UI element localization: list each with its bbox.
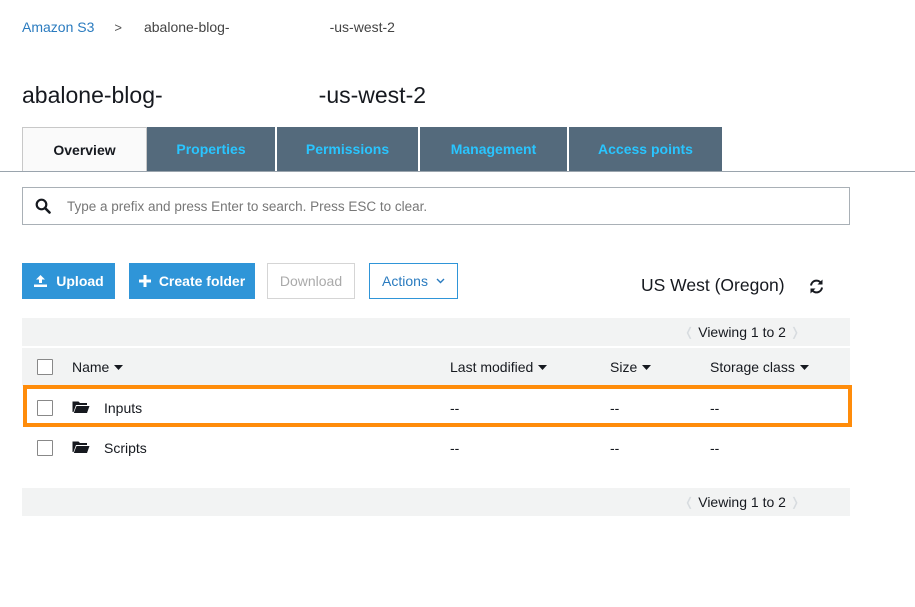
table-row[interactable]: Inputs -- -- --	[22, 388, 850, 428]
create-folder-label: Create folder	[158, 273, 246, 289]
refresh-icon[interactable]	[808, 278, 825, 300]
table-header: Name Last modified Size Storage class	[22, 348, 850, 386]
row-storage-class: --	[710, 400, 720, 416]
prev-page-arrow[interactable]: ❬	[684, 325, 694, 339]
row-size: --	[610, 440, 620, 456]
page-title: abalone-blog- -us-west-2	[22, 82, 426, 109]
table-row[interactable]: Scripts -- -- --	[22, 428, 850, 468]
tab-bar: Overview Properties Permissions Manageme…	[22, 127, 724, 172]
redacted-block	[229, 20, 330, 34]
search-icon	[23, 198, 63, 214]
upload-button[interactable]: Upload	[22, 263, 115, 299]
breadcrumb-current-prefix: abalone-blog-	[143, 19, 230, 35]
folder-icon	[72, 400, 90, 419]
download-label: Download	[279, 273, 343, 289]
next-page-arrow[interactable]: ❭	[790, 495, 800, 509]
tab-access-points[interactable]: Access points	[569, 127, 724, 171]
page-title-suffix: -us-west-2	[318, 82, 427, 108]
breadcrumb: Amazon S3 > abalone-blog- -us-west-2	[22, 18, 395, 36]
region-label: US West (Oregon)	[641, 275, 785, 295]
plus-icon	[138, 275, 151, 287]
breadcrumb-root-link[interactable]: Amazon S3	[22, 19, 94, 35]
tab-management[interactable]: Management	[420, 127, 569, 171]
column-header-name[interactable]: Name	[72, 359, 124, 375]
create-folder-button[interactable]: Create folder	[129, 263, 255, 299]
next-page-arrow[interactable]: ❭	[790, 325, 800, 339]
column-header-size-label: Size	[610, 359, 638, 375]
chevron-down-icon	[436, 278, 445, 284]
tab-divider	[0, 171, 915, 172]
row-storage-class: --	[710, 440, 720, 456]
paging-text-top: Viewing 1 to 2	[698, 324, 786, 340]
tab-properties[interactable]: Properties	[147, 127, 277, 171]
column-header-size[interactable]: Size	[610, 359, 652, 375]
breadcrumb-separator: >	[114, 19, 122, 35]
caret-down-icon	[799, 364, 809, 370]
search-input[interactable]	[67, 198, 827, 214]
redacted-block	[162, 83, 319, 108]
breadcrumb-current-suffix: -us-west-2	[329, 19, 395, 35]
caret-down-icon	[642, 364, 652, 370]
tab-overview[interactable]: Overview	[22, 127, 147, 172]
column-header-last-modified[interactable]: Last modified	[450, 359, 548, 375]
row-last-modified: --	[450, 440, 460, 456]
caret-down-icon	[114, 364, 124, 370]
actions-label: Actions	[382, 273, 428, 289]
row-name-link[interactable]: Inputs	[104, 400, 142, 416]
prev-page-arrow[interactable]: ❬	[684, 495, 694, 509]
caret-down-icon	[538, 364, 548, 370]
row-last-modified: --	[450, 400, 460, 416]
select-all-checkbox[interactable]	[37, 359, 53, 375]
upload-icon	[33, 274, 48, 288]
column-header-storage-class-label: Storage class	[710, 359, 795, 375]
paging-text-bottom: Viewing 1 to 2	[698, 494, 786, 510]
page-title-prefix: abalone-blog-	[22, 82, 163, 108]
row-checkbox[interactable]	[37, 400, 53, 416]
upload-label: Upload	[56, 273, 104, 289]
paging-bar-top: ❬ Viewing 1 to 2 ❭	[22, 318, 850, 346]
search-box	[22, 187, 850, 225]
row-size: --	[610, 400, 620, 416]
column-header-name-label: Name	[72, 359, 110, 375]
pagination-top: ❬ Viewing 1 to 2 ❭	[680, 324, 804, 340]
folder-icon	[72, 440, 90, 459]
row-name-link[interactable]: Scripts	[104, 440, 147, 456]
row-checkbox[interactable]	[37, 440, 53, 456]
paging-bar-bottom: ❬ Viewing 1 to 2 ❭	[22, 488, 850, 516]
pagination-bottom: ❬ Viewing 1 to 2 ❭	[680, 494, 804, 510]
actions-button[interactable]: Actions	[369, 263, 458, 299]
download-button[interactable]: Download	[267, 263, 355, 299]
tab-permissions[interactable]: Permissions	[277, 127, 420, 171]
column-header-storage-class[interactable]: Storage class	[710, 359, 809, 375]
column-header-last-modified-label: Last modified	[450, 359, 534, 375]
